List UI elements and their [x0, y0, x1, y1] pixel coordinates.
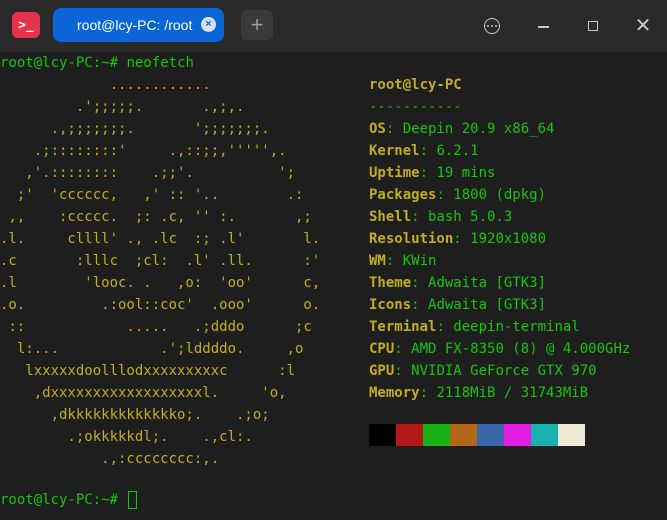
ascii-logo-line: .';;;;;. .,;,.: [0, 99, 245, 115]
color-swatch: [423, 424, 450, 446]
add-tab-button[interactable]: +: [241, 10, 273, 40]
info-value: bash 5.0.3: [428, 209, 513, 225]
info-value: NVIDIA GeForce GTX 970: [411, 363, 597, 379]
ascii-logo-line: .,;;;;;;;. ';;;;;;;.: [0, 121, 270, 137]
ascii-logo-line: ;' 'cccccc, ,' :: '.. .:: [0, 187, 304, 203]
tab-title: root@lcy-PC: /root: [77, 17, 193, 33]
info-row: Kernel: 6.2.1: [369, 143, 479, 159]
info-row: Memory: 2118MiB / 31743MiB: [369, 385, 589, 401]
ascii-logo-line: .;okkkkkdl;. .,cl:.: [0, 429, 253, 445]
info-key: Kernel: [369, 143, 420, 159]
color-swatch: [450, 424, 477, 446]
menu-button[interactable]: [479, 13, 505, 39]
color-palette: [369, 424, 585, 446]
tab-close-icon[interactable]: ×: [201, 17, 216, 32]
tab-root-terminal[interactable]: root@lcy-PC: /root ×: [53, 8, 224, 42]
active-prompt-line[interactable]: root@lcy-PC:~#: [0, 489, 138, 511]
close-button[interactable]: ✕: [630, 13, 656, 39]
title-bar: >_ root@lcy-PC: /root × + ✕: [0, 0, 667, 52]
prompt: root@lcy-PC:~#: [0, 55, 127, 71]
ascii-logo-line: ............: [0, 77, 211, 93]
ascii-logo-line: .o. .:ool::coc' .ooo' o.: [0, 297, 321, 313]
terminal-app-icon[interactable]: >_: [12, 12, 40, 38]
ascii-logo-line: ,dxxxxxxxxxxxxxxxxxxl. 'o,: [0, 385, 287, 401]
ascii-logo-line: ,dkkkkkkkkkkkkko;. .;o;: [0, 407, 270, 423]
text-cursor: [128, 491, 138, 509]
info-key: Resolution: [369, 231, 454, 247]
info-value: 1920x1080: [470, 231, 547, 247]
ascii-logo-line: :: ..... .;dddo ;c: [0, 319, 312, 335]
info-value: 6.2.1: [436, 143, 479, 159]
info-value: KWin: [402, 253, 437, 269]
info-value: deepin-terminal: [453, 319, 580, 335]
info-key: Shell: [369, 209, 412, 225]
color-swatch: [396, 424, 423, 446]
ascii-logo-line: .,:cccccccc:,.: [0, 451, 220, 467]
ascii-logo-line: l:... .';lddddo. ,o: [0, 341, 304, 357]
info-row: Uptime: 19 mins: [369, 165, 496, 181]
info-key: Terminal: [369, 319, 437, 335]
info-row: WM: KWin: [369, 253, 437, 269]
info-value: AMD FX-8350 (8) @ 4.000GHz: [411, 341, 631, 357]
info-value: 2118MiB / 31743MiB: [436, 385, 589, 401]
terminal-area[interactable]: root@lcy-PC:~# neofetch ............ .';…: [0, 52, 667, 520]
info-value: Adwaita [GTK3]: [428, 297, 547, 313]
info-key: Icons: [369, 297, 412, 313]
info-key: Uptime: [369, 165, 420, 181]
info-row: GPU: NVIDIA GeForce GTX 970: [369, 363, 597, 379]
ascii-logo-line: ,, :ccccc. ;: .c, '' :. ,;: [0, 209, 312, 225]
info-row: CPU: AMD FX-8350 (8) @ 4.000GHz: [369, 341, 631, 357]
more-options-icon: [484, 18, 500, 34]
info-row: Terminal: deepin-terminal: [369, 319, 580, 335]
info-row: Resolution: 1920x1080: [369, 231, 547, 247]
info-key: Packages: [369, 187, 437, 203]
minimize-button[interactable]: [530, 13, 556, 39]
maximize-button[interactable]: [580, 13, 606, 39]
ascii-logo-line: .c :lllc ;cl: .l' .ll. :': [0, 253, 321, 269]
prompt: root@lcy-PC:~#: [0, 492, 127, 508]
info-value: 19 mins: [436, 165, 496, 181]
info-row: Theme: Adwaita [GTK3]: [369, 275, 547, 291]
info-row: OS: Deepin 20.9 x86_64: [369, 121, 555, 137]
info-row: Icons: Adwaita [GTK3]: [369, 297, 547, 313]
color-swatch: [558, 424, 585, 446]
info-value: Deepin 20.9 x86_64: [402, 121, 555, 137]
info-key: OS: [369, 121, 386, 137]
info-row: Packages: 1800 (dpkg): [369, 187, 547, 203]
color-swatch: [369, 424, 396, 446]
info-user-host: root@lcy-PC: [369, 77, 462, 93]
ascii-logo-line: ,'.:::::::: .;;'. ';: [0, 165, 296, 181]
ascii-logo-line: lxxxxxdoolllodxxxxxxxxxc :l: [0, 363, 296, 379]
color-swatch: [477, 424, 504, 446]
color-swatch: [531, 424, 558, 446]
command-text: neofetch: [126, 55, 194, 71]
info-key: Memory: [369, 385, 420, 401]
info-key: WM: [369, 253, 386, 269]
info-key: CPU: [369, 341, 395, 357]
info-key: Theme: [369, 275, 412, 291]
ascii-logo-line: .;::::::::' .,::;;,''''',.: [0, 143, 287, 159]
info-separator: -----------: [369, 99, 462, 115]
info-key: GPU: [369, 363, 395, 379]
color-swatch: [504, 424, 531, 446]
info-value: Adwaita [GTK3]: [428, 275, 547, 291]
ascii-logo-line: .l. cllll' ., .lc :; .l' l.: [0, 231, 321, 247]
info-value: 1800 (dpkg): [453, 187, 547, 203]
info-row: Shell: bash 5.0.3: [369, 209, 513, 225]
ascii-logo-line: .l 'looc. . ,o: 'oo' c,: [0, 275, 321, 291]
command-line: root@lcy-PC:~# neofetch: [0, 52, 194, 74]
